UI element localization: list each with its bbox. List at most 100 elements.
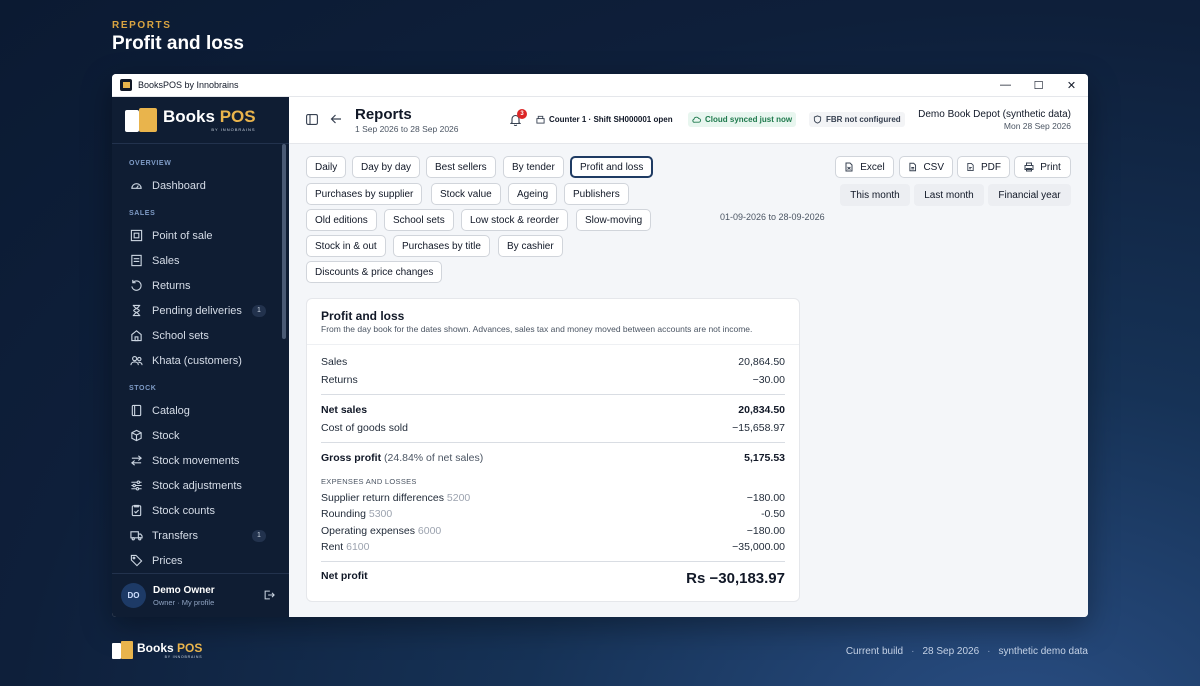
main-content: Reports 1 Sep 2026 to 28 Sep 2026 3 Coun… xyxy=(289,97,1088,617)
footer-logo: Books POS BY INNOBRAINS xyxy=(112,640,202,660)
counter-status[interactable]: Counter 1 · Shift SH000001 open xyxy=(532,112,677,127)
sidebar-nav: OVERVIEW Dashboard SALES Point of sale S… xyxy=(112,144,289,569)
footer-brand-1: Books xyxy=(137,640,178,655)
sidebar-item-pending-deliveries[interactable]: Pending deliveries 1 xyxy=(112,298,289,323)
print-label: Print xyxy=(1040,161,1061,173)
tab-purchases-by-title[interactable]: Purchases by title xyxy=(393,235,490,257)
sidebar-item-stock[interactable]: Stock xyxy=(112,423,289,448)
tab-by-cashier[interactable]: By cashier xyxy=(498,235,563,257)
arrows-left-right-icon xyxy=(130,454,143,467)
date-range-text[interactable]: 01-09-2026 to 28-09-2026 xyxy=(720,212,825,222)
sidebar-item-school-sets[interactable]: School sets xyxy=(112,323,289,348)
hourglass-icon xyxy=(130,304,143,317)
tab-stock-in-out[interactable]: Stock in & out xyxy=(306,235,386,257)
section-sales: SALES xyxy=(129,210,156,217)
expenses-header: EXPENSES AND LOSSES xyxy=(321,477,417,486)
tab-old-editions[interactable]: Old editions xyxy=(306,209,377,231)
export-excel-button[interactable]: Excel xyxy=(835,156,894,178)
sidebar-item-dashboard[interactable]: Dashboard xyxy=(112,173,289,198)
sidebar-item-label: Stock counts xyxy=(152,504,215,517)
register-icon xyxy=(536,115,545,124)
expense-row: Operating expenses 6000 −180.00 xyxy=(321,525,785,537)
expense-label: Supplier return differences xyxy=(321,492,444,504)
tab-discounts[interactable]: Discounts & price changes xyxy=(306,261,443,283)
gauge-icon xyxy=(130,179,143,192)
sidebar-item-label: School sets xyxy=(152,329,209,342)
back-arrow-icon[interactable] xyxy=(330,113,342,125)
row-label: Sales xyxy=(321,356,348,368)
tab-low-stock[interactable]: Low stock & reorder xyxy=(461,209,568,231)
net-profit-label: Net profit xyxy=(321,570,368,582)
row-net-sales: Net sales 20,834.50 xyxy=(321,404,785,416)
sidebar-item-transfers[interactable]: Transfers 1 xyxy=(112,523,289,548)
sidebar-item-point-of-sale[interactable]: Point of sale xyxy=(112,223,289,248)
cloud-label: Cloud synced just now xyxy=(705,115,793,124)
cloud-icon xyxy=(692,116,701,123)
spreadsheet-icon xyxy=(845,162,853,172)
sidebar-item-stock-counts[interactable]: Stock counts xyxy=(112,498,289,523)
export-csv-button[interactable]: CSV xyxy=(899,156,953,178)
sidebar-toggle-icon[interactable] xyxy=(306,114,318,125)
net-profit-amount: Rs −30,183.97 xyxy=(686,570,785,587)
brand-logo[interactable]: Books POS BY INNOBRAINS xyxy=(112,97,289,144)
tab-ageing[interactable]: Ageing xyxy=(508,183,558,205)
tab-profit-and-loss[interactable]: Profit and loss xyxy=(570,156,654,178)
tab-slow-moving[interactable]: Slow-moving xyxy=(576,209,652,231)
tab-day-by-day[interactable]: Day by day xyxy=(352,156,421,178)
printer-icon xyxy=(1024,162,1034,172)
sidebar-item-label: Transfers xyxy=(152,529,199,542)
expense-label: Rounding xyxy=(321,508,366,520)
row-label: Returns xyxy=(321,374,358,386)
build-date: 28 Sep 2026 xyxy=(922,646,980,657)
export-pdf-button[interactable]: PDF xyxy=(957,156,1010,178)
tab-best-sellers[interactable]: Best sellers xyxy=(426,156,496,178)
receipt-icon xyxy=(130,254,143,267)
cloud-sync-status[interactable]: Cloud synced just now xyxy=(688,112,797,127)
card-title: Profit and loss xyxy=(321,309,405,323)
fbr-label: FBR not configured xyxy=(826,115,901,124)
page-title: Profit and loss xyxy=(112,33,244,54)
app-window: BooksPOS by Innobrains — ☐ ✕ Books POS B… xyxy=(112,74,1088,617)
sidebar-item-label: Pending deliveries xyxy=(152,304,242,317)
tab-publishers[interactable]: Publishers xyxy=(564,183,629,205)
sidebar-item-khata[interactable]: Khata (customers) xyxy=(112,348,289,373)
period-financial-year[interactable]: Financial year xyxy=(988,184,1071,206)
school-icon xyxy=(130,329,143,342)
sidebar-item-returns[interactable]: Returns xyxy=(112,273,289,298)
users-icon xyxy=(130,354,143,367)
footer-meta: Current build · 28 Sep 2026 · synthetic … xyxy=(846,646,1088,657)
row-cogs: Cost of goods sold −15,658.97 xyxy=(321,422,785,434)
minimize-button[interactable]: — xyxy=(989,74,1022,97)
avatar: DO xyxy=(121,583,146,608)
sidebar-item-stock-movements[interactable]: Stock movements xyxy=(112,448,289,473)
logout-icon[interactable] xyxy=(263,589,275,601)
fbr-status[interactable]: FBR not configured xyxy=(809,112,905,127)
sidebar-item-catalog[interactable]: Catalog xyxy=(112,398,289,423)
close-button[interactable]: ✕ xyxy=(1055,74,1088,97)
row-returns: Returns −30.00 xyxy=(321,374,785,386)
user-profile[interactable]: DO Demo Owner Owner · My profile xyxy=(112,573,289,617)
sidebar-item-label: Stock xyxy=(152,429,180,442)
section-overview: OVERVIEW xyxy=(129,160,172,167)
tab-daily[interactable]: Daily xyxy=(306,156,347,178)
period-last-month[interactable]: Last month xyxy=(914,184,984,206)
tab-purchases-by-supplier[interactable]: Purchases by supplier xyxy=(306,183,423,205)
sidebar-item-label: Point of sale xyxy=(152,229,213,242)
profit-loss-card: Profit and loss From the day book for th… xyxy=(306,298,800,602)
tab-by-tender[interactable]: By tender xyxy=(503,156,564,178)
sliders-icon xyxy=(130,479,143,492)
period-this-month[interactable]: This month xyxy=(840,184,910,206)
export-pdf-label: PDF xyxy=(981,161,1001,173)
sidebar-item-stock-adjustments[interactable]: Stock adjustments xyxy=(112,473,289,498)
account-code: 5300 xyxy=(368,508,393,520)
tab-school-sets[interactable]: School sets xyxy=(384,209,454,231)
footer-brand-tagline: BY INNOBRAINS xyxy=(164,654,203,659)
tab-stock-value[interactable]: Stock value xyxy=(431,183,501,205)
sidebar-item-sales[interactable]: Sales xyxy=(112,248,289,273)
profile-name: Demo Owner xyxy=(153,584,215,596)
sidebar-item-prices[interactable]: Prices xyxy=(112,548,289,569)
maximize-button[interactable]: ☐ xyxy=(1022,74,1055,97)
print-button[interactable]: Print xyxy=(1014,156,1071,178)
profile-subtitle[interactable]: Owner · My profile xyxy=(153,598,215,607)
divider xyxy=(307,344,799,345)
